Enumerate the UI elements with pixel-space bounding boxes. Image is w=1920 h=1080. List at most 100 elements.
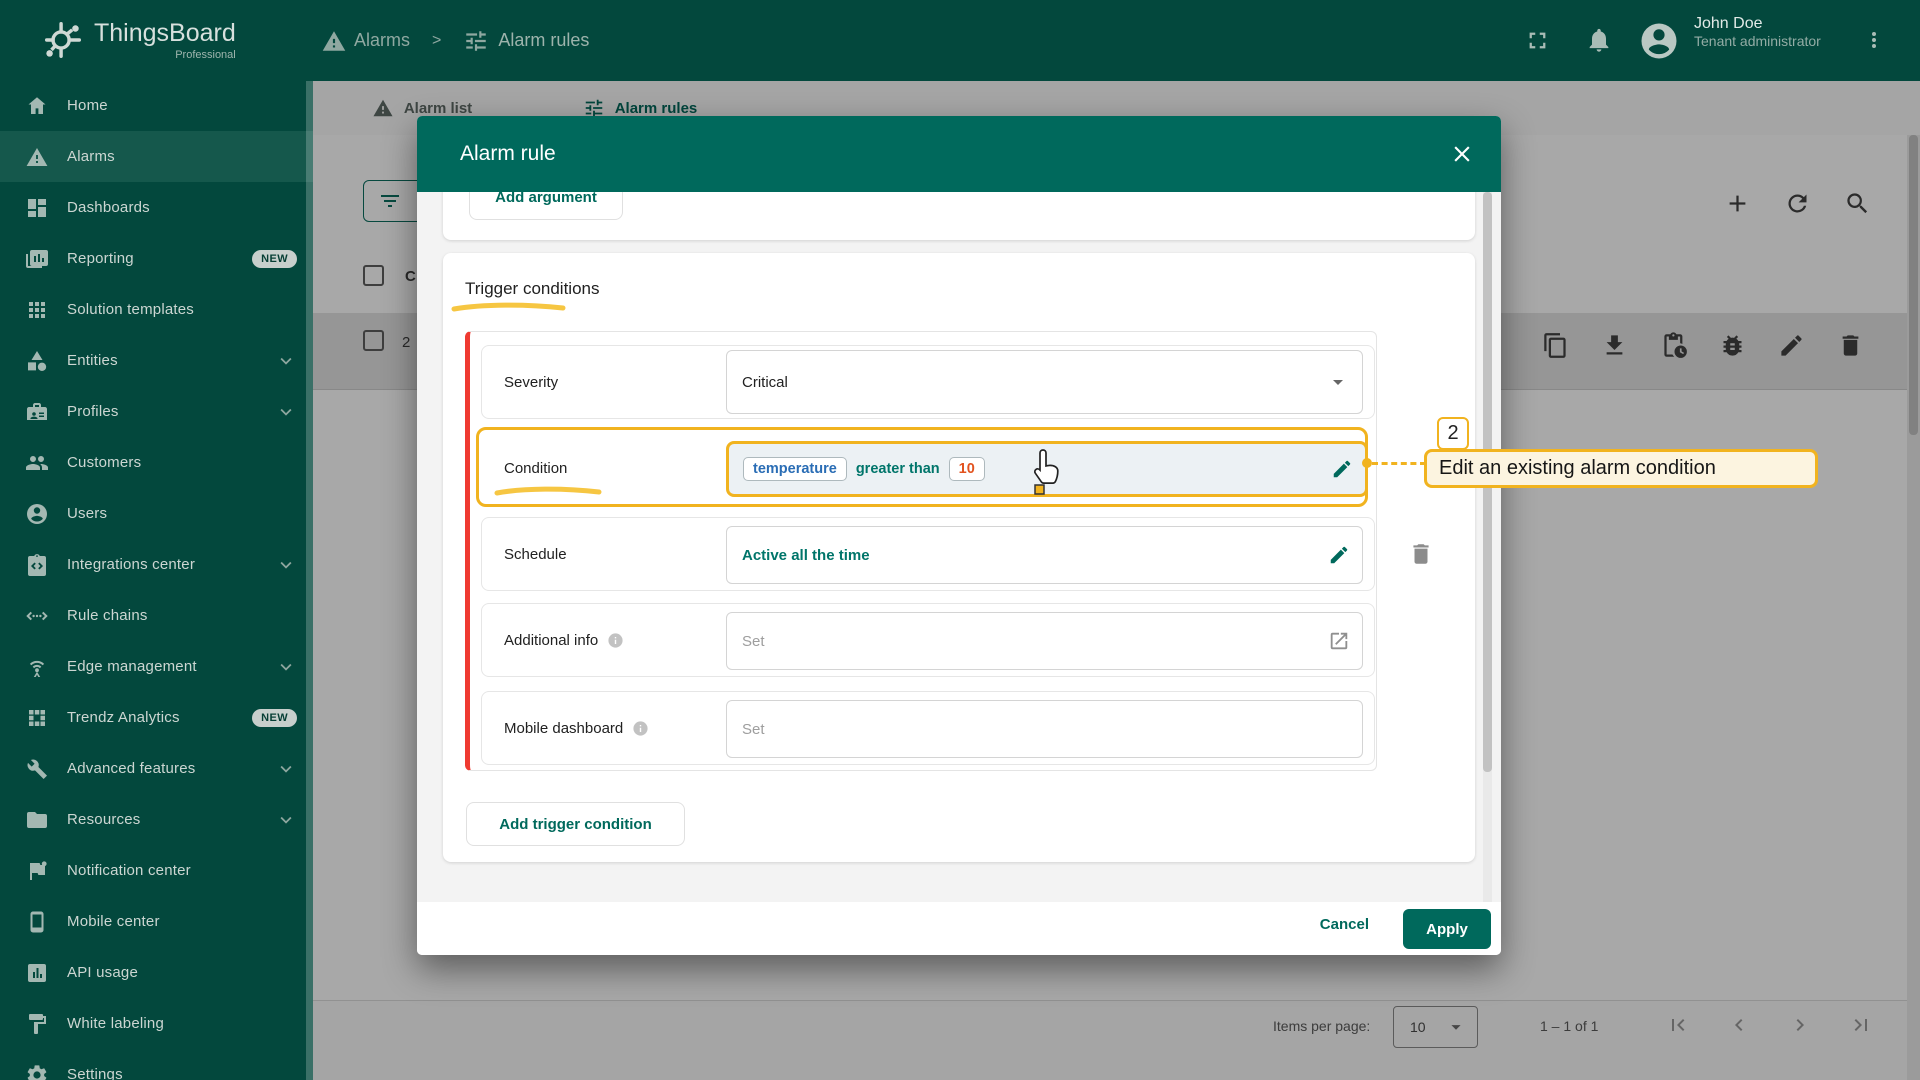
sidebar-item-label: Customers bbox=[67, 454, 142, 471]
sidebar-item-profiles[interactable]: Profiles bbox=[0, 386, 313, 437]
resources-icon bbox=[25, 808, 49, 832]
sidebar-item-mobile-center[interactable]: Mobile center bbox=[0, 896, 313, 947]
solution-templates-icon bbox=[25, 298, 49, 322]
rule-chains-icon bbox=[25, 604, 49, 628]
mobile-center-icon bbox=[25, 910, 49, 934]
section-title: Trigger conditions bbox=[465, 279, 600, 298]
user-info[interactable]: John Doe Tenant administrator bbox=[1694, 15, 1821, 49]
condition-value-chip: 10 bbox=[948, 457, 985, 481]
sidebar-item-resources[interactable]: Resources bbox=[0, 794, 313, 845]
sidebar-item-users[interactable]: Users bbox=[0, 488, 313, 539]
sidebar-item-advanced-features[interactable]: Advanced features bbox=[0, 743, 313, 794]
sidebar-item-label: Alarms bbox=[67, 148, 115, 165]
sidebar-nav: Home Alarms Dashboards Reporting NEW Solution… bbox=[0, 80, 313, 1080]
sidebar-item-integrations-center[interactable]: Integrations center bbox=[0, 539, 313, 590]
sidebar-item-api-usage[interactable]: API usage bbox=[0, 947, 313, 998]
dialog-header: Alarm rule bbox=[417, 116, 1501, 192]
sidebar-item-notification-center[interactable]: Notification center bbox=[0, 845, 313, 896]
additional-info-placeholder: Set bbox=[742, 632, 765, 650]
sidebar-item-white-labeling[interactable]: White labeling bbox=[0, 998, 313, 1049]
edit-condition-icon[interactable] bbox=[1331, 458, 1353, 480]
sidebar-item-label: Advanced features bbox=[67, 760, 196, 777]
add-trigger-condition-button[interactable]: Add trigger condition bbox=[466, 802, 685, 846]
sidebar-item-label: Settings bbox=[67, 1066, 123, 1080]
chevron-down-icon bbox=[275, 401, 297, 423]
additional-info-field[interactable]: Set bbox=[726, 612, 1363, 670]
customers-icon bbox=[25, 451, 49, 475]
sidebar-item-dashboards[interactable]: Dashboards bbox=[0, 182, 313, 233]
arrow-drop-down-icon bbox=[1326, 370, 1350, 394]
marker-underline bbox=[451, 302, 566, 312]
annotation-step-badge: 2 bbox=[1437, 417, 1469, 450]
home-icon bbox=[25, 94, 49, 118]
trigger-conditions-card: Trigger conditions Severity Critical Con… bbox=[443, 253, 1475, 862]
cancel-button[interactable]: Cancel bbox=[1320, 916, 1369, 933]
avatar[interactable] bbox=[1638, 20, 1680, 62]
apply-button[interactable]: Apply bbox=[1403, 909, 1491, 949]
brand-name: ThingsBoard bbox=[94, 19, 236, 47]
dialog-title: Alarm rule bbox=[460, 142, 556, 165]
sidebar-item-reporting[interactable]: Reporting NEW bbox=[0, 233, 313, 284]
edit-schedule-icon[interactable] bbox=[1328, 544, 1350, 566]
sidebar-item-settings[interactable]: Settings bbox=[0, 1049, 313, 1080]
info-icon bbox=[632, 720, 649, 737]
chevron-down-icon bbox=[275, 350, 297, 372]
warning-icon bbox=[321, 28, 347, 54]
breadcrumb-alarms[interactable]: Alarms bbox=[354, 30, 410, 51]
new-badge: NEW bbox=[252, 249, 297, 268]
schedule-value: Active all the time bbox=[742, 546, 870, 564]
condition-operator: greater than bbox=[855, 461, 940, 477]
sidebar-item-edge-management[interactable]: Edge management bbox=[0, 641, 313, 692]
additional-info-row: Additional info Set bbox=[481, 603, 1375, 677]
schedule-field[interactable]: Active all the time bbox=[726, 526, 1363, 584]
chevron-down-icon bbox=[275, 809, 297, 831]
sidebar-item-customers[interactable]: Customers bbox=[0, 437, 313, 488]
breadcrumb: Alarms > Alarm rules bbox=[321, 0, 589, 81]
severity-value: Critical bbox=[742, 373, 788, 391]
advanced-features-icon bbox=[25, 757, 49, 781]
dialog-footer: Cancel Apply bbox=[417, 902, 1501, 955]
warning-icon bbox=[25, 145, 49, 169]
breadcrumb-alarm-rules: Alarm rules bbox=[498, 30, 590, 50]
condition-label: Condition bbox=[504, 459, 568, 477]
sidebar-scrollbar[interactable] bbox=[306, 81, 313, 1080]
notification-center-icon bbox=[25, 859, 49, 883]
condition-key-chip: temperature bbox=[743, 457, 847, 481]
sidebar-item-rule-chains[interactable]: Rule chains bbox=[0, 590, 313, 641]
user-name: John Doe bbox=[1694, 15, 1763, 32]
sidebar-item-label: Trendz Analytics bbox=[67, 709, 180, 726]
severity-label: Severity bbox=[504, 373, 559, 391]
sidebar-item-entities[interactable]: Entities bbox=[0, 335, 313, 386]
more-vert-icon[interactable] bbox=[1862, 28, 1886, 52]
open-in-new-icon[interactable] bbox=[1328, 630, 1350, 652]
sidebar-item-label: Entities bbox=[67, 352, 118, 369]
severity-select[interactable]: Critical bbox=[726, 350, 1363, 414]
sidebar-item-label: Rule chains bbox=[67, 607, 148, 624]
sidebar-item-home[interactable]: Home bbox=[0, 80, 313, 131]
annotation-connector-dot bbox=[1362, 458, 1372, 468]
settings-icon bbox=[25, 1063, 49, 1080]
sidebar-item-label: API usage bbox=[67, 964, 139, 981]
chevron-down-icon bbox=[275, 758, 297, 780]
trigger-condition-block: Severity Critical Condition temperature … bbox=[465, 331, 1377, 771]
sidebar-item-trendz-analytics[interactable]: Trendz Analytics NEW bbox=[0, 692, 313, 743]
trendz-icon bbox=[25, 706, 49, 730]
close-icon[interactable] bbox=[1449, 141, 1475, 167]
delete-condition-block-icon[interactable] bbox=[1408, 541, 1434, 567]
user-role: Tenant administrator bbox=[1694, 33, 1821, 49]
chevron-down-icon bbox=[275, 656, 297, 678]
mobile-dashboard-field[interactable]: Set bbox=[726, 700, 1363, 758]
thingsboard-app: Alarms > Alarm rules John Doe Tenant adm… bbox=[0, 0, 1920, 1080]
bell-icon[interactable] bbox=[1585, 26, 1613, 54]
chevron-down-icon bbox=[275, 554, 297, 576]
app-logo[interactable]: ThingsBoard Professional bbox=[0, 0, 313, 80]
sidebar-item-alarms[interactable]: Alarms bbox=[0, 131, 313, 182]
fullscreen-icon[interactable] bbox=[1524, 27, 1551, 54]
sidebar: ThingsBoard Professional Home Alarms Dashb… bbox=[0, 0, 313, 1080]
sidebar-item-solution-templates[interactable]: Solution templates bbox=[0, 284, 313, 335]
profiles-icon bbox=[25, 400, 49, 424]
severity-row: Severity Critical bbox=[481, 345, 1375, 419]
annotation-callout: Edit an existing alarm condition bbox=[1424, 449, 1818, 488]
integrations-center-icon bbox=[25, 553, 49, 577]
sidebar-item-label: Integrations center bbox=[67, 556, 196, 573]
